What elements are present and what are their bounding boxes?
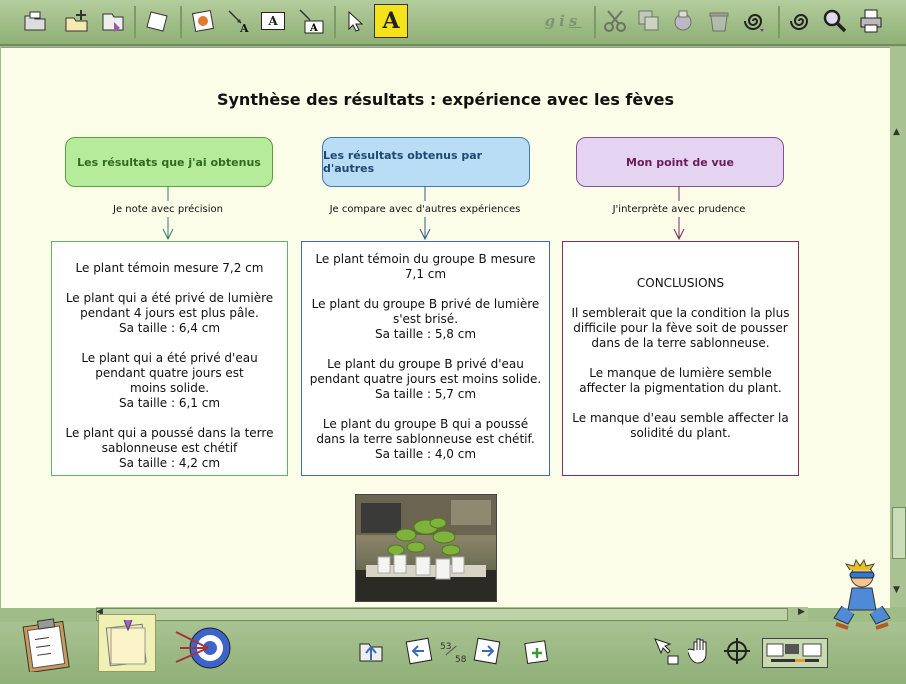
box-line: Sa taille : 4,2 cm (118, 456, 221, 470)
box-line: Le plant témoin du groupe B mesure (315, 252, 536, 266)
pointer-icon[interactable] (340, 6, 370, 36)
box-line: Sa taille : 6,1 cm (118, 396, 221, 410)
box-line: dans de la terre sablonneuse. (591, 336, 770, 350)
box-line: pendant quatre jours est moins solide. (309, 372, 542, 386)
line-spacer (52, 276, 287, 291)
box-line: moins solide. (129, 381, 210, 395)
search-icon[interactable] (820, 6, 850, 36)
next-page-icon[interactable] (472, 636, 502, 666)
bean-plants-photo[interactable] (355, 494, 497, 602)
target-icon[interactable] (172, 618, 232, 674)
new-page-icon[interactable] (522, 636, 552, 666)
svg-text:A: A (239, 22, 249, 34)
italic-label: i (559, 12, 569, 30)
document-canvas[interactable]: Synthèse des résultats : expérience avec… (1, 47, 890, 608)
box-line: difficile pour la fève soit de pousser (573, 321, 788, 335)
line-spacer (563, 396, 798, 411)
line-spacer (563, 291, 798, 306)
box-line: Sa taille : 5,8 cm (374, 327, 477, 341)
image-icon[interactable] (188, 6, 218, 36)
arrow-textbox-icon[interactable]: A (296, 6, 326, 36)
line-spacer (52, 411, 287, 426)
box-line: Sa taille : 5,7 cm (374, 387, 477, 401)
cut-icon[interactable] (600, 6, 630, 36)
box-others-results[interactable]: Le plant témoin du groupe B mesure 7,1 cm… (301, 241, 550, 476)
import-icon[interactable] (356, 636, 386, 666)
add-page-icon[interactable] (62, 6, 92, 36)
scroll-right-arrow[interactable]: ▶ (798, 607, 805, 617)
box-my-results[interactable]: Le plant témoin mesure 7,2 cm Le plant qu… (51, 241, 288, 476)
paste-icon[interactable] (668, 6, 698, 36)
format-text-icon[interactable]: gis (536, 6, 590, 36)
box-line: pendant quatre jours est (95, 366, 244, 380)
main-toolbar: A A A A gis (0, 0, 906, 46)
textbox-icon[interactable]: A (258, 6, 288, 36)
hand-icon[interactable] (688, 636, 716, 666)
save-icon[interactable] (98, 6, 128, 36)
box-line: Il semblerait que la condition la plus (571, 306, 790, 320)
box-line: Sa taille : 6,4 cm (118, 321, 221, 335)
box-conclusions[interactable]: CONCLUSIONS Il semblerait que la conditio… (562, 241, 799, 476)
spiral-icon[interactable] (786, 6, 816, 36)
bottom-toolbar: 53 58 (0, 558, 906, 684)
line-spacer (302, 402, 549, 417)
underline-label: s (568, 12, 582, 30)
box-line: Le plant du groupe B privé de lumière (311, 297, 540, 311)
prev-page-icon[interactable] (404, 636, 434, 666)
box-line: Le manque d'eau semble affecter la (572, 411, 789, 425)
spiral-menu-icon[interactable] (740, 6, 770, 36)
mascot-icon (830, 558, 896, 638)
overview-icon[interactable] (762, 638, 828, 668)
total-page-number: 58 (455, 655, 467, 665)
box-line: Le plant qui a été privé d'eau (81, 351, 258, 365)
scroll-up-arrow[interactable]: ▲ (893, 127, 900, 137)
box-line: Sa taille : 4,0 cm (374, 447, 477, 461)
text-tool-label: A (382, 8, 400, 34)
box-line: sablonneuse est chétif (101, 441, 238, 455)
vertical-scroll-thumb[interactable] (892, 507, 906, 559)
box-line: affecter la pigmentation du plant. (579, 381, 782, 395)
bold-label: g (544, 12, 560, 30)
box-line: Le manque de lumière semble (589, 366, 772, 380)
box-line: CONCLUSIONS (636, 276, 725, 290)
line-spacer (52, 336, 287, 351)
box-line: pendant 4 jours est plus pâle. (80, 306, 259, 320)
arrow-text-icon[interactable]: A (224, 6, 254, 36)
box-line: s'est brisé. (392, 312, 459, 326)
box-line: Le plant du groupe B qui a poussé (322, 417, 529, 431)
box-line: Le plant du groupe B privé d'eau (327, 357, 524, 371)
pointer-hand-icon[interactable] (652, 636, 682, 666)
line-spacer (302, 282, 549, 297)
box-line: solidité du plant. (630, 426, 731, 440)
connector-arrows (162, 186, 685, 241)
copy-icon[interactable] (634, 6, 664, 36)
box-line: Le plant qui a poussé dans la terre (65, 426, 274, 440)
text-tool-icon[interactable]: A (374, 4, 408, 38)
box-line: Le plant qui a été privé de lumière (65, 291, 274, 305)
clipboard-checklist-icon[interactable] (20, 616, 74, 672)
blank-page-icon[interactable] (143, 6, 173, 36)
notes-icon[interactable] (98, 614, 156, 672)
textbox-label: A (261, 12, 285, 30)
box-line: 7,1 cm (404, 267, 447, 281)
vertical-scrollbar[interactable]: ▲ ▼ (890, 47, 906, 607)
line-spacer (302, 342, 549, 357)
trash-icon[interactable] (704, 6, 734, 36)
box-line: dans la terre sablonneuse est chétif. (316, 432, 535, 446)
open-icon[interactable] (20, 6, 50, 36)
print-icon[interactable] (856, 6, 886, 36)
line-spacer (563, 351, 798, 366)
crosshair-icon[interactable] (722, 636, 752, 666)
svg-text:A: A (309, 23, 318, 34)
box-line: Le plant témoin mesure 7,2 cm (75, 261, 264, 275)
